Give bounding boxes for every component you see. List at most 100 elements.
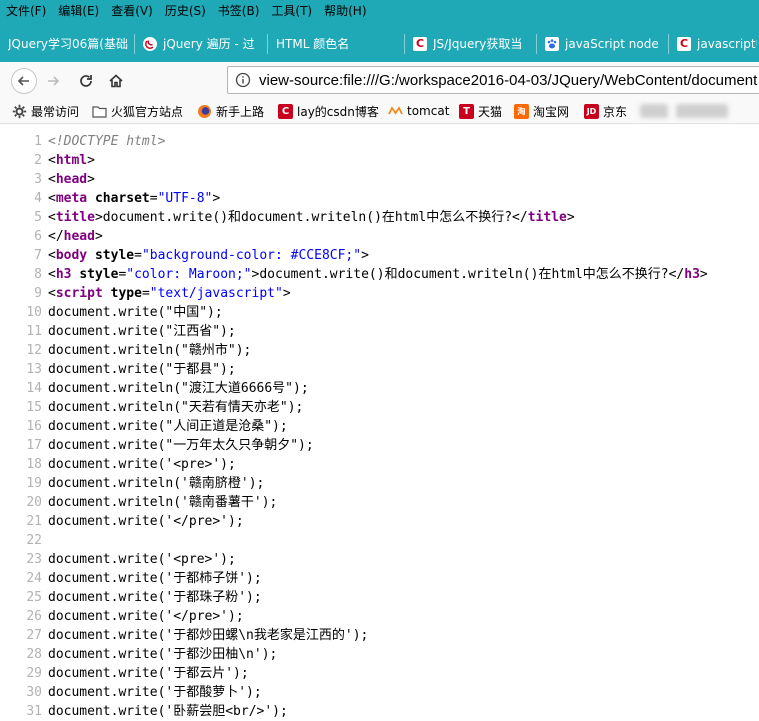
line-number: 2: [34, 153, 42, 168]
source-line: 27 document.write('于都炒田螺\n我老家是江西的');: [0, 626, 368, 645]
url-text: view-source:file:///G:/workspace2016-04-…: [259, 71, 758, 89]
menu-item[interactable]: 历史(S): [159, 2, 212, 19]
line-number: 4: [34, 191, 42, 206]
tab-label: jQuery 遍历 - 过: [163, 37, 255, 51]
bookmark-item[interactable]: JD 京东: [584, 99, 627, 123]
address-bar[interactable]: view-source:file:///G:/workspace2016-04-…: [227, 66, 759, 94]
code-token: document.write("于都县");: [48, 362, 236, 377]
browser-tab[interactable]: Cjavascript中: [677, 26, 757, 61]
line-number: 12: [26, 343, 42, 358]
source-line: 5 <title>document.write()和document.writel…: [0, 208, 575, 227]
code-token: >: [87, 172, 95, 187]
menu-item[interactable]: 书签(B): [212, 2, 266, 19]
browser-tab[interactable]: javaScript node: [545, 26, 662, 61]
source-line: 6 </head>: [0, 227, 103, 246]
source-code: <meta charset="UTF-8">: [48, 191, 220, 206]
line-number: 29: [26, 666, 42, 681]
bookmark-label: 新手上路: [216, 104, 265, 119]
back-button[interactable]: [11, 68, 37, 94]
menu-item[interactable]: 查看(V): [105, 2, 159, 19]
menu-item[interactable]: 文件(F): [0, 2, 52, 19]
source-line: 29 document.write('于都云片');: [0, 664, 249, 683]
code-token: =: [141, 286, 150, 301]
browser-tab[interactable]: HTML 颜色名: [276, 26, 396, 61]
line-number: 17: [26, 438, 42, 453]
code-token: <: [48, 210, 56, 225]
source-code: document.write('于都沙田柚\n');: [48, 647, 277, 662]
source-line: 11 document.write("江西省");: [0, 322, 236, 341]
source-code: document.writeln('赣南番薯干');: [48, 495, 277, 510]
home-icon: [109, 74, 123, 88]
csdn-icon: C: [278, 103, 293, 119]
bookmark-label: 京东: [603, 104, 628, 119]
code-token: title: [55, 210, 95, 225]
code-token: =: [149, 191, 158, 206]
source-line: 12 document.writeln("赣州市");: [0, 341, 251, 360]
source-code: document.write("中国");: [48, 305, 223, 320]
bookmark-item[interactable]: tomcat: [388, 99, 449, 123]
line-number: 20: [26, 495, 42, 510]
source-code: document.write('于都珠子粉');: [48, 590, 262, 605]
bookmark-item[interactable]: T 天猫: [459, 99, 502, 123]
tmall-icon: T: [459, 103, 474, 119]
firefox-icon: [197, 104, 212, 119]
code-token: >: [94, 229, 103, 244]
bookmark-item[interactable]: 火狐官方站点: [92, 99, 183, 123]
code-token: >: [212, 191, 221, 206]
source-line: 17 document.write("一万年太久只争朝夕");: [0, 436, 313, 455]
code-token: "background-color: #CCE8CF;": [141, 248, 362, 263]
code-token: title: [527, 210, 567, 225]
line-number: 8: [34, 267, 42, 282]
reload-icon: [80, 75, 92, 87]
bookmark-item[interactable]: 淘淘宝网: [514, 99, 569, 123]
source-code: document.write('<pre>');: [48, 457, 236, 472]
source-line: 25 document.write('于都珠子粉');: [0, 588, 262, 607]
source-code: document.write('于都酸萝卜');: [48, 685, 262, 700]
source-line: 2 <html>: [0, 151, 95, 170]
browser-tab[interactable]: jQuery 遍历 - 过: [143, 26, 261, 61]
code-token: document.writeln("赣州市");: [48, 343, 252, 358]
code-token: html: [55, 153, 88, 168]
forward-button[interactable]: [40, 68, 66, 94]
source-code: document.write('</pre>');: [48, 514, 244, 529]
jquery-icon: [143, 36, 157, 51]
line-number: 27: [26, 628, 42, 643]
info-icon[interactable]: [235, 72, 251, 88]
code-token: >: [94, 210, 103, 225]
code-token: document.write('于都柿子饼');: [48, 571, 262, 586]
code-token: document.writeln("天若有情天亦老");: [48, 400, 304, 415]
line-number: 13: [26, 362, 42, 377]
tomcat-icon: [388, 104, 403, 119]
home-button[interactable]: [103, 68, 129, 94]
code-token: document.write('<pre>');: [48, 457, 236, 472]
source-code: document.write('于都云片');: [48, 666, 249, 681]
code-token: >: [282, 286, 291, 301]
browser-tab[interactable]: C JS/Jquery获取当: [413, 26, 530, 61]
code-token: document.write('于都珠子粉');: [48, 590, 262, 605]
source-line: 20 document.writeln('赣南番薯干');: [0, 493, 277, 512]
line-number: 15: [26, 400, 42, 415]
browser-tab[interactable]: JQuery学习06篇(基础: [8, 26, 128, 61]
source-code: document.write("江西省");: [48, 324, 236, 339]
bookmark-item[interactable]: 新手上路: [197, 99, 264, 123]
bookmark-item[interactable]: Clay的csdn博客: [278, 99, 379, 123]
line-number: 22: [26, 533, 42, 548]
source-line: 31 document.write('卧薪尝胆<br/>');: [0, 702, 288, 721]
menu-item[interactable]: 编辑(E): [52, 2, 105, 19]
menu-item[interactable]: 帮助(H): [318, 2, 372, 19]
source-code: <!DOCTYPE html>: [48, 134, 165, 149]
source-line: 4 <meta charset="UTF-8">: [0, 189, 220, 208]
code-token: document.writeln("渡江大道6666号");: [48, 381, 309, 396]
bookmark-item[interactable]: 最常访问: [12, 99, 79, 123]
line-number: 9: [34, 286, 42, 301]
csdn-icon: C: [677, 36, 691, 51]
tab-separator: [668, 34, 669, 54]
gear-icon: [12, 104, 27, 119]
code-token: body: [55, 248, 88, 263]
bookmark-label: tomcat: [407, 104, 450, 118]
source-line: 3 <head>: [0, 170, 95, 189]
tab-separator: [267, 34, 268, 54]
reload-button[interactable]: [73, 68, 99, 94]
menu-item[interactable]: 工具(T): [265, 2, 318, 19]
code-token: >: [87, 153, 95, 168]
